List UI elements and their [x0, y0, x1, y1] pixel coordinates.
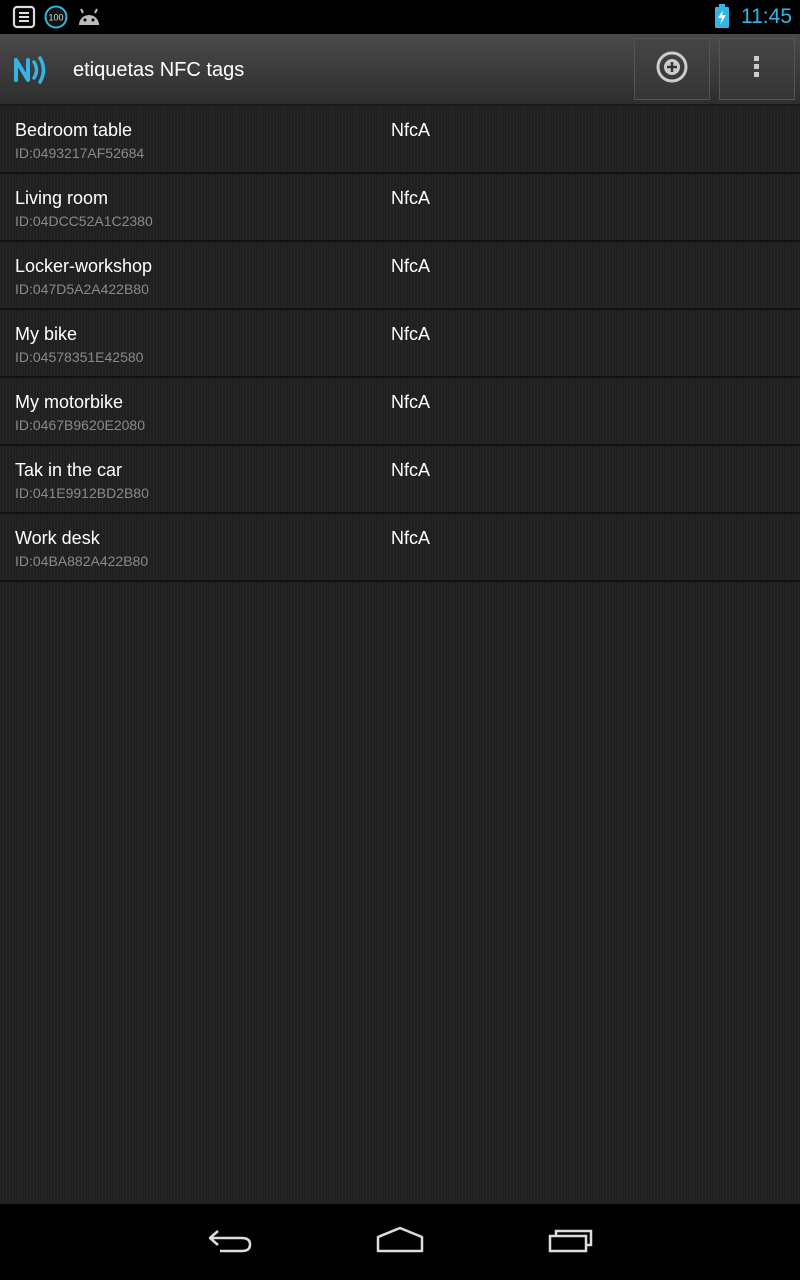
battery-charging-icon: [714, 4, 730, 33]
home-button[interactable]: [360, 1218, 440, 1266]
tag-name: My motorbike: [15, 392, 124, 412]
tag-id: ID:047D5A2A422B80: [15, 281, 149, 297]
tag-name: Bedroom table: [15, 120, 133, 140]
svg-text:100: 100: [48, 13, 63, 23]
tag-name: Tak in the car: [15, 460, 123, 480]
list-item[interactable]: Living room ID:04DCC52A1C2380 NfcA: [0, 174, 800, 242]
overflow-menu-button[interactable]: [719, 38, 795, 100]
add-circle-icon: [655, 50, 689, 89]
tag-id: ID:0493217AF52684: [15, 145, 145, 161]
tag-id: ID:04578351E42580: [15, 349, 144, 365]
tag-type: NfcA: [391, 460, 431, 480]
navigation-bar: [0, 1204, 800, 1280]
tag-id: ID:04BA882A422B80: [15, 553, 149, 569]
tag-type: NfcA: [391, 256, 431, 276]
list-item[interactable]: Bedroom table ID:0493217AF52684 NfcA: [0, 106, 800, 174]
tag-name: My bike: [15, 324, 78, 344]
tag-name: Living room: [15, 188, 109, 208]
home-icon: [375, 1225, 425, 1260]
android-notification-icon: [76, 5, 102, 34]
notes-notification-icon: [12, 5, 36, 34]
list-item[interactable]: Locker-workshop ID:047D5A2A422B80 NfcA: [0, 242, 800, 310]
tag-id: ID:041E9912BD2B80: [15, 485, 149, 501]
recent-apps-button[interactable]: [531, 1218, 611, 1266]
status-time: 11:45: [741, 5, 792, 28]
recent-apps-icon: [547, 1225, 595, 1260]
more-vertical-icon: [752, 54, 762, 85]
tag-name: Work desk: [15, 528, 100, 548]
tag-list: Bedroom table ID:0493217AF52684 NfcA Liv…: [0, 106, 800, 582]
tag-type: NfcA: [391, 392, 431, 412]
tag-id: ID:0467B9620E2080: [15, 417, 145, 433]
page-title: etiquetas NFC tags: [73, 59, 245, 81]
list-item[interactable]: Work desk ID:04BA882A422B80 NfcA: [0, 514, 800, 582]
tag-type: NfcA: [391, 324, 431, 344]
tag-id: ID:04DCC52A1C2380: [15, 213, 153, 229]
tag-type: NfcA: [391, 188, 431, 208]
status-bar: 100 11:45: [0, 0, 800, 34]
tag-type: NfcA: [391, 528, 431, 548]
tag-name: Locker-workshop: [15, 256, 153, 276]
screen: 100 11:45 etiquetas NFC tags Bedroom tab…: [0, 0, 800, 1280]
action-bar: etiquetas NFC tags: [0, 34, 800, 106]
list-item[interactable]: My motorbike ID:0467B9620E2080 NfcA: [0, 378, 800, 446]
list-item[interactable]: My bike ID:04578351E42580 NfcA: [0, 310, 800, 378]
battery-100-notification-icon: 100: [44, 5, 68, 34]
back-icon: [206, 1225, 254, 1260]
add-tag-button[interactable]: [634, 38, 710, 100]
nfc-logo-icon[interactable]: [12, 50, 52, 90]
tag-type: NfcA: [391, 120, 431, 140]
list-item[interactable]: Tak in the car ID:041E9912BD2B80 NfcA: [0, 446, 800, 514]
back-button[interactable]: [190, 1218, 270, 1266]
content-area: Bedroom table ID:0493217AF52684 NfcA Liv…: [0, 106, 800, 1204]
